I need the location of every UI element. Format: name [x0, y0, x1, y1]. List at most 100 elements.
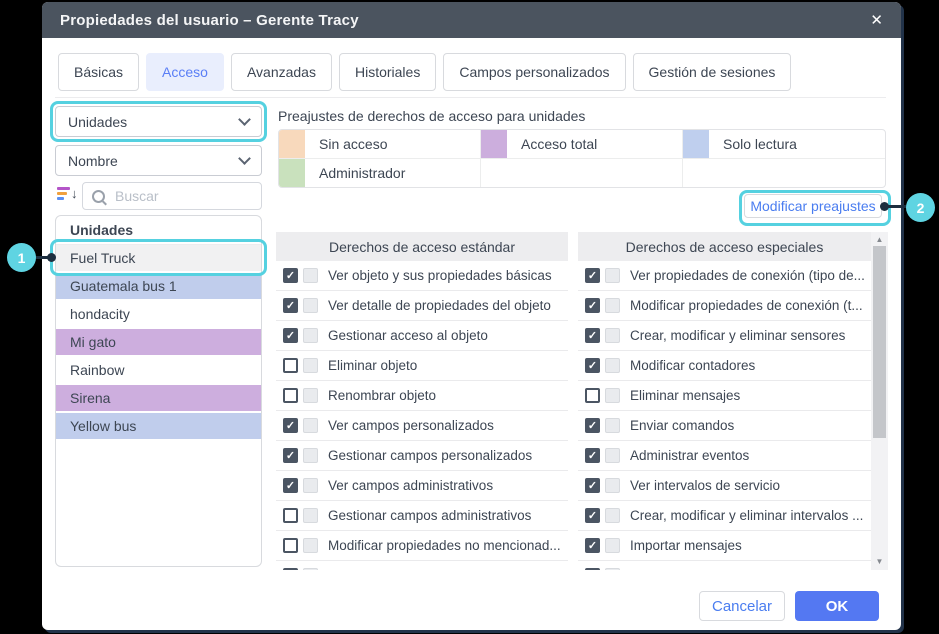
tab-acceso[interactable]: Acceso	[146, 53, 224, 91]
access-right-label: Ver objeto y sus propiedades básicas	[328, 268, 552, 283]
access-checkbox[interactable]	[283, 268, 298, 283]
access-right-label: Eliminar mensajes	[630, 388, 740, 403]
unit-row[interactable]: hondacity	[56, 301, 261, 329]
scrollbar-thumb[interactable]	[873, 246, 886, 438]
access-checkbox[interactable]	[283, 568, 298, 570]
tab-bar: Básicas Acceso Avanzadas Historiales Cam…	[58, 53, 791, 91]
unit-name: hondacity	[70, 306, 130, 322]
access-right-label: Gestionar campos administrativos	[328, 508, 531, 523]
special-rights-header: Derechos de acceso especiales	[578, 232, 871, 261]
access-checkbox[interactable]	[283, 328, 298, 343]
dialog-title: Propiedades del usuario – Gerente Tracy	[60, 12, 359, 29]
callout-1-dot	[47, 253, 56, 262]
unit-list-rows: Fuel Truck Guatemala bus 1 hondacity Mi …	[56, 245, 261, 441]
preset-checkbox	[605, 328, 620, 343]
access-checkbox[interactable]	[283, 538, 298, 553]
access-checkbox[interactable]	[585, 508, 600, 523]
legend-label: Sin acceso	[305, 130, 387, 158]
ok-button[interactable]: OK	[795, 591, 879, 621]
callout-2-badge: 2	[906, 193, 935, 222]
access-right-row: Cambiar icono	[276, 561, 568, 570]
access-checkbox[interactable]	[283, 358, 298, 373]
tab-label: Campos personalizados	[459, 64, 609, 80]
access-right-row: Modificar propiedades de conexión (t...	[578, 291, 871, 321]
access-checkbox[interactable]	[585, 478, 600, 493]
access-checkbox[interactable]	[283, 448, 298, 463]
access-right-label: Administrar eventos	[630, 448, 749, 463]
preset-checkbox	[303, 538, 318, 553]
access-right-row: Eliminar mensajes	[578, 381, 871, 411]
tab-básicas[interactable]: Básicas	[58, 53, 139, 91]
unit-row[interactable]: Guatemala bus 1	[56, 273, 261, 301]
access-checkbox[interactable]	[585, 388, 600, 403]
unit-row[interactable]: Sirena	[56, 385, 261, 413]
cancel-button[interactable]: Cancelar	[699, 591, 785, 621]
access-checkbox[interactable]	[283, 418, 298, 433]
sort-select-value: Nombre	[68, 153, 118, 169]
legend-label: Solo lectura	[709, 130, 797, 158]
access-right-label: Modificar propiedades de conexión (t...	[630, 298, 863, 313]
tab-label: Avanzadas	[247, 64, 316, 80]
legend-cell: Administrador	[279, 159, 481, 188]
unit-name: Fuel Truck	[70, 250, 135, 266]
access-right-label: Enviar comandos	[630, 418, 734, 433]
unit-row[interactable]: Rainbow	[56, 357, 261, 385]
dialog-titlebar: Propiedades del usuario – Gerente Tracy …	[42, 2, 901, 38]
access-right-row: Exportar mensajes	[578, 561, 871, 570]
access-right-row: Gestionar campos administrativos	[276, 501, 568, 531]
legend-label	[683, 159, 697, 188]
screenshot-root: { "window": { "title": "Propiedades del …	[0, 0, 939, 634]
unit-row[interactable]: Fuel Truck	[56, 245, 261, 273]
search-input[interactable]	[113, 187, 252, 205]
callout-2-dot	[880, 202, 889, 211]
access-checkbox[interactable]	[585, 268, 600, 283]
preset-checkbox	[303, 298, 318, 313]
modify-presets-button[interactable]: Modificar preajustes	[744, 194, 882, 218]
unit-row[interactable]: Yellow bus	[56, 413, 261, 441]
tab-historiales[interactable]: Historiales	[339, 53, 436, 91]
presets-title: Preajustes de derechos de acceso para un…	[278, 108, 585, 124]
legend-color-swatch	[481, 130, 507, 158]
tab-gestión-de-sesiones[interactable]: Gestión de sesiones	[633, 53, 792, 91]
access-checkbox[interactable]	[283, 298, 298, 313]
scroll-up-icon[interactable]: ▲	[871, 236, 888, 244]
access-checkbox[interactable]	[585, 298, 600, 313]
sort-select[interactable]: Nombre	[55, 145, 262, 176]
tab-label: Acceso	[162, 64, 208, 80]
scrollbar[interactable]: ▲ ▼	[871, 232, 888, 570]
access-checkbox[interactable]	[585, 448, 600, 463]
unit-row[interactable]: Mi gato	[56, 329, 261, 357]
special-rights-main: Derechos de acceso especiales Ver propie…	[578, 232, 871, 570]
legend-cell: Solo lectura	[683, 130, 885, 159]
special-rights-rows: Ver propiedades de conexión (tipo de... …	[578, 261, 871, 570]
preset-checkbox	[303, 508, 318, 523]
access-checkbox[interactable]	[585, 538, 600, 553]
scroll-down-icon[interactable]: ▼	[871, 558, 888, 566]
access-right-label: Ver detalle de propiedades del objeto	[328, 298, 551, 313]
chevron-down-icon	[238, 113, 251, 126]
access-checkbox[interactable]	[283, 508, 298, 523]
access-checkbox[interactable]	[585, 418, 600, 433]
sort-arrow-icon: ↓	[71, 186, 78, 201]
legend-label: Administrador	[305, 159, 405, 188]
access-checkbox[interactable]	[283, 388, 298, 403]
preset-checkbox	[303, 358, 318, 373]
access-checkbox[interactable]	[585, 358, 600, 373]
access-checkbox[interactable]	[585, 328, 600, 343]
access-checkbox[interactable]	[283, 478, 298, 493]
access-checkbox[interactable]	[585, 568, 600, 570]
legend-color-swatch	[279, 159, 305, 188]
access-right-row: Modificar propiedades no mencionad...	[276, 531, 568, 561]
preset-checkbox	[303, 478, 318, 493]
close-icon[interactable]: ✕	[870, 13, 883, 28]
preset-checkbox	[303, 328, 318, 343]
sort-bars-icon	[57, 187, 70, 200]
unit-name: Mi gato	[70, 334, 116, 350]
access-right-row: Gestionar campos personalizados	[276, 441, 568, 471]
tab-campos-personalizados[interactable]: Campos personalizados	[443, 53, 625, 91]
preset-checkbox	[605, 358, 620, 373]
access-right-label: Gestionar acceso al objeto	[328, 328, 488, 343]
item-type-select[interactable]: Unidades	[55, 106, 262, 137]
tab-avanzadas[interactable]: Avanzadas	[231, 53, 332, 91]
sort-order-button[interactable]: ↓	[57, 186, 78, 201]
